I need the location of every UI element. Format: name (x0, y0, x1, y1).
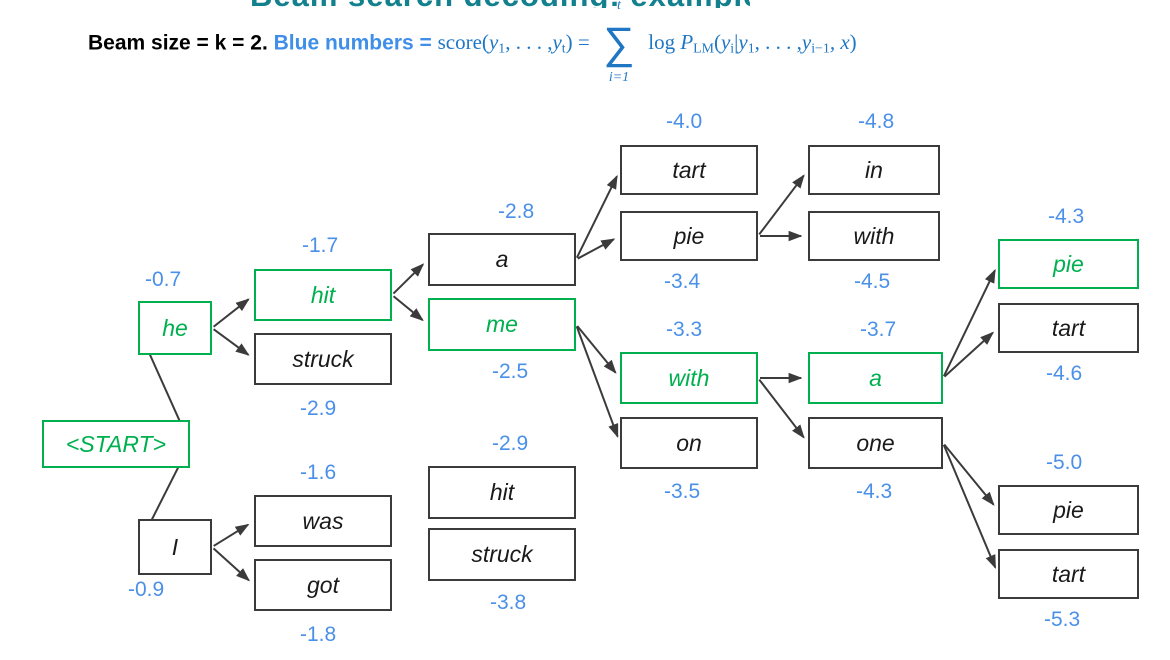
node-me[interactable]: me (428, 298, 576, 351)
score-struck: -2.9 (300, 397, 337, 420)
edge-pie1-to-in (758, 174, 805, 236)
node-was[interactable]: was (254, 495, 392, 547)
score-pie3: -5.0 (1046, 451, 1083, 474)
edge-he-to-struck (213, 328, 250, 356)
edge-I-to-got (212, 547, 250, 582)
edge-I-to-was (213, 523, 250, 547)
score-in: -4.8 (858, 110, 895, 133)
score-got: -1.8 (300, 623, 337, 646)
node-pie1[interactable]: pie (620, 211, 758, 261)
score-struck2: -3.8 (490, 591, 527, 614)
node-on[interactable]: on (620, 417, 758, 469)
score-tart3: -5.3 (1044, 608, 1081, 631)
score-pie1: -3.4 (664, 270, 701, 293)
node-in[interactable]: in (808, 145, 940, 195)
edge-a2-to-pie2 (942, 268, 996, 377)
node-tart1[interactable]: tart (620, 145, 758, 195)
node-a1[interactable]: a (428, 233, 576, 286)
score-on: -3.5 (664, 480, 701, 503)
score-pie2: -4.3 (1048, 205, 1085, 228)
score-I: -0.9 (128, 578, 165, 601)
node-pie3[interactable]: pie (998, 485, 1139, 535)
node-struck[interactable]: struck (254, 333, 392, 385)
score-tart1: -4.0 (666, 110, 703, 133)
node-start[interactable]: <START> (42, 420, 190, 468)
node-a2[interactable]: a (808, 352, 943, 404)
edge-he-to-hit (212, 298, 250, 328)
node-hit[interactable]: hit (254, 269, 392, 321)
edge-a2-to-tart2 (943, 331, 995, 378)
node-with1[interactable]: with (620, 352, 758, 404)
edge-with1-to-one (758, 378, 805, 439)
edge-a1-to-tart1 (575, 174, 618, 259)
edge-one-to-tart3 (942, 444, 997, 570)
score-one: -4.3 (856, 480, 893, 503)
score-a2: -3.7 (860, 318, 897, 341)
score-was: -1.6 (300, 461, 337, 484)
edge-hit-to-a1 (392, 263, 425, 295)
beam-search-graph: <START> he Ihit struck was got a me hit struck tar… (0, 0, 1170, 660)
score-he: -0.7 (145, 268, 182, 291)
score-hit2: -2.9 (492, 432, 529, 455)
node-I[interactable]: I (138, 519, 212, 575)
node-tart3[interactable]: tart (998, 549, 1139, 599)
score-hit: -1.7 (302, 234, 339, 257)
edge-me-to-on (575, 326, 619, 438)
edge-me-to-with1 (576, 325, 617, 374)
slide-canvas: Beam search decoding: example Beam size … (0, 0, 1170, 660)
node-tart2[interactable]: tart (998, 303, 1139, 353)
score-with2: -4.5 (854, 270, 891, 293)
node-got[interactable]: got (254, 559, 392, 611)
edge-hit-to-me (392, 295, 424, 322)
node-he[interactable]: he (138, 301, 212, 355)
edge-one-to-pie3 (943, 443, 995, 506)
edge-a1-to-pie1 (577, 238, 616, 260)
score-tart2: -4.6 (1046, 362, 1083, 385)
node-hit2[interactable]: hit (428, 466, 576, 519)
node-struck2[interactable]: struck (428, 528, 576, 581)
node-with2[interactable]: with (808, 211, 940, 261)
score-a1: -2.8 (498, 200, 535, 223)
score-me: -2.5 (492, 360, 529, 383)
score-with1: -3.3 (666, 318, 703, 341)
node-one[interactable]: one (808, 417, 943, 469)
node-pie2[interactable]: pie (998, 239, 1139, 289)
